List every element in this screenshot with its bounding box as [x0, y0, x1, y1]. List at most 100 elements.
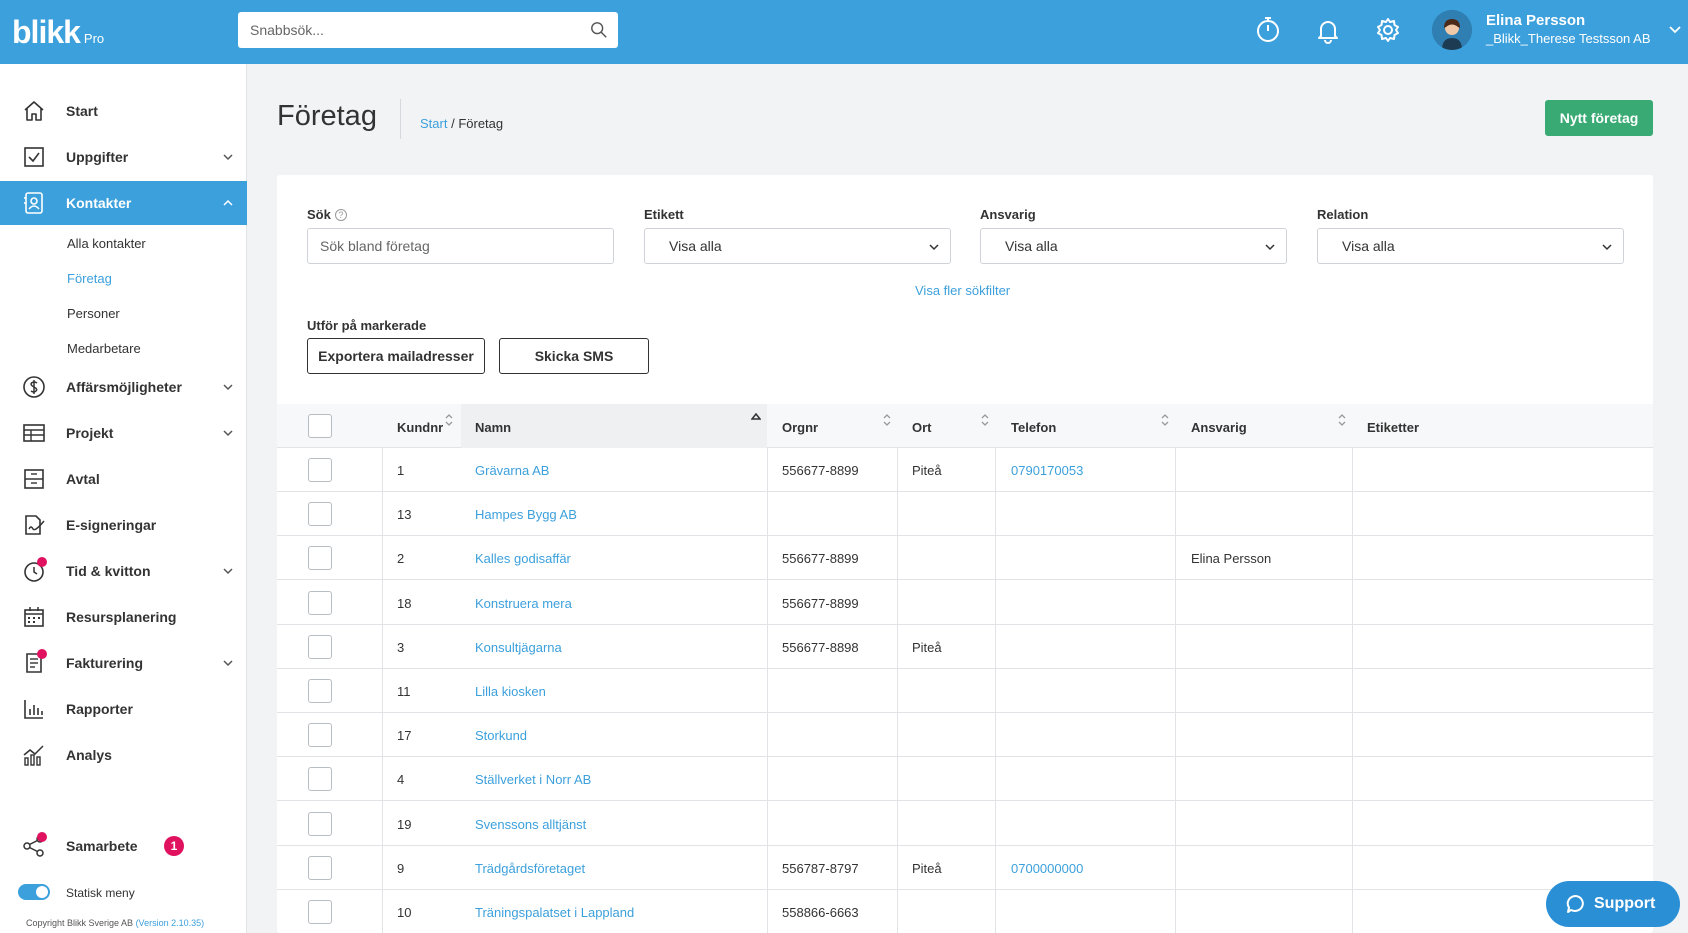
- quick-search-input[interactable]: [238, 12, 618, 48]
- select-all-checkbox[interactable]: [308, 414, 332, 438]
- cell-namn[interactable]: Träningspalatset i Lappland: [475, 905, 634, 920]
- sidebar-item-samarbete[interactable]: Samarbete: [0, 824, 247, 868]
- cell-namn[interactable]: Grävarna AB: [475, 463, 549, 478]
- row-checkbox[interactable]: [308, 502, 332, 527]
- cell-namn[interactable]: Konstruera mera: [475, 596, 572, 611]
- bulk-actions-label: Utför på markerade: [307, 318, 427, 333]
- cell-telefon[interactable]: 0790170053: [1011, 463, 1083, 478]
- cell-namn[interactable]: Konsultjägarna: [475, 640, 562, 655]
- sidebar-item-projekt[interactable]: Projekt: [0, 411, 247, 455]
- col-ort[interactable]: Ort: [912, 420, 932, 435]
- bell-icon[interactable]: [1314, 16, 1342, 44]
- sidebar-item-e-signeringar[interactable]: E-signeringar: [0, 503, 247, 547]
- stopwatch-icon[interactable]: [1254, 16, 1282, 44]
- logo[interactable]: blikk Pro: [12, 14, 104, 51]
- sidebar-item-label: E-signeringar: [66, 517, 157, 533]
- owner-select[interactable]: Visa alla: [980, 228, 1287, 264]
- user-name[interactable]: Elina Persson: [1486, 12, 1585, 29]
- table-row[interactable]: 9 Trädgårdsföretaget 556787-8797 Piteå 07000…: [277, 846, 1653, 890]
- notification-dot: [37, 649, 47, 659]
- table-row[interactable]: 13 Hampes Bygg AB: [277, 492, 1653, 537]
- sub-item-persons[interactable]: Personer: [67, 306, 120, 321]
- row-checkbox[interactable]: [308, 634, 332, 659]
- row-checkbox[interactable]: [308, 723, 332, 748]
- sidebar-item-uppgifter[interactable]: Uppgifter: [0, 135, 247, 179]
- row-checkbox[interactable]: [308, 590, 332, 615]
- sub-item-companies[interactable]: Företag: [67, 271, 112, 286]
- sort-icon[interactable]: [444, 413, 454, 427]
- sub-item-all-contacts[interactable]: Alla kontakter: [67, 236, 146, 251]
- gear-icon[interactable]: [1374, 16, 1402, 44]
- user-company[interactable]: _Blikk_Therese Testsson AB: [1486, 31, 1651, 46]
- relation-select[interactable]: Visa alla: [1317, 228, 1624, 264]
- row-checkbox[interactable]: [308, 855, 332, 880]
- scrollbar[interactable]: [1680, 64, 1688, 933]
- table-row[interactable]: 19 Svenssons alltjänst: [277, 802, 1653, 846]
- search-icon[interactable]: [590, 21, 608, 39]
- more-filters-link[interactable]: Visa fler sökfilter: [915, 283, 1010, 298]
- breadcrumb-start[interactable]: Start: [420, 116, 447, 131]
- send-sms-button[interactable]: Skicka SMS: [499, 338, 649, 374]
- cell-namn[interactable]: Svenssons alltjänst: [475, 817, 586, 832]
- col-kundnr[interactable]: Kundnr: [397, 420, 443, 435]
- relation-label: Relation: [1317, 207, 1369, 222]
- sidebar-item-kontakter[interactable]: Kontakter: [0, 181, 247, 225]
- table-row[interactable]: 18 Konstruera mera 556677-8899: [277, 581, 1653, 625]
- owner-label: Ansvarig: [980, 207, 1036, 222]
- version-link[interactable]: (Version 2.10.35): [136, 918, 205, 928]
- new-company-button[interactable]: Nytt företag: [1545, 100, 1653, 136]
- chevron-down-icon[interactable]: [1668, 22, 1682, 36]
- row-checkbox[interactable]: [308, 900, 332, 924]
- company-search-input[interactable]: [307, 228, 614, 264]
- table-row[interactable]: 17 Storkund: [277, 713, 1653, 758]
- avatar[interactable]: [1432, 10, 1472, 50]
- sidebar-item-rapporter[interactable]: Rapporter: [0, 687, 247, 731]
- logo-brand: blikk: [12, 14, 81, 50]
- sidebar-item-tid-kvitton[interactable]: Tid & kvitton: [0, 549, 247, 593]
- cell-namn[interactable]: Ställverket i Norr AB: [475, 772, 591, 787]
- sub-item-employees[interactable]: Medarbetare: [67, 341, 141, 356]
- table-row[interactable]: 4 Ställverket i Norr AB: [277, 757, 1653, 802]
- row-checkbox[interactable]: [308, 458, 332, 482]
- copyright-text: Copyright Blikk Sverige AB: [26, 918, 134, 928]
- row-checkbox[interactable]: [308, 811, 332, 836]
- sort-icon[interactable]: [1337, 413, 1347, 427]
- sort-icon[interactable]: [1160, 413, 1170, 427]
- row-checkbox[interactable]: [308, 679, 332, 703]
- sort-asc-icon[interactable]: [751, 411, 761, 425]
- table-row[interactable]: 10 Träningspalatset i Lappland 558866-6663: [277, 890, 1653, 933]
- sidebar-item-fakturering[interactable]: Fakturering: [0, 641, 247, 685]
- sidebar-item-resursplanering[interactable]: Resursplanering: [0, 595, 247, 639]
- sort-icon[interactable]: [980, 413, 990, 427]
- tag-select[interactable]: Visa alla: [644, 228, 951, 264]
- cell-namn[interactable]: Trädgårdsföretaget: [475, 861, 585, 876]
- sidebar-item-avtal[interactable]: Avtal: [0, 457, 247, 501]
- archive-icon: [24, 469, 44, 489]
- row-checkbox[interactable]: [308, 767, 332, 792]
- col-etiketter[interactable]: Etiketter: [1367, 420, 1419, 435]
- sidebar-item-label: Rapporter: [66, 701, 133, 717]
- table-row[interactable]: 2 Kalles godisaffär 556677-8899 Elina Perss…: [277, 536, 1653, 581]
- cell-namn[interactable]: Storkund: [475, 728, 527, 743]
- sidebar-item-analys[interactable]: Analys: [0, 733, 247, 777]
- sort-icon[interactable]: [882, 413, 892, 427]
- cell-namn[interactable]: Kalles godisaffär: [475, 551, 571, 566]
- sidebar-item-affarsmojligheter[interactable]: Affärsmöjligheter: [0, 365, 247, 409]
- home-icon: [24, 101, 44, 121]
- sidebar-item-start[interactable]: Start: [0, 89, 247, 133]
- table-row[interactable]: 1 Grävarna AB 556677-8899 Piteå 0790170053: [277, 448, 1653, 492]
- cell-namn[interactable]: Hampes Bygg AB: [475, 507, 577, 522]
- export-emails-button[interactable]: Exportera mailadresser: [307, 338, 485, 374]
- col-namn[interactable]: Namn: [475, 420, 511, 435]
- col-ansvarig[interactable]: Ansvarig: [1191, 420, 1247, 435]
- cell-telefon[interactable]: 0700000000: [1011, 861, 1083, 876]
- col-telefon[interactable]: Telefon: [1011, 420, 1056, 435]
- table-row[interactable]: 11 Lilla kiosken: [277, 669, 1653, 713]
- static-menu-toggle[interactable]: [18, 884, 50, 900]
- col-orgnr[interactable]: Orgnr: [782, 420, 818, 435]
- row-checkbox[interactable]: [308, 546, 332, 571]
- support-button[interactable]: Support: [1546, 881, 1680, 927]
- table-row[interactable]: 3 Konsultjägarna 556677-8898 Piteå: [277, 625, 1653, 669]
- help-icon[interactable]: ?: [334, 209, 347, 221]
- cell-namn[interactable]: Lilla kiosken: [475, 684, 546, 699]
